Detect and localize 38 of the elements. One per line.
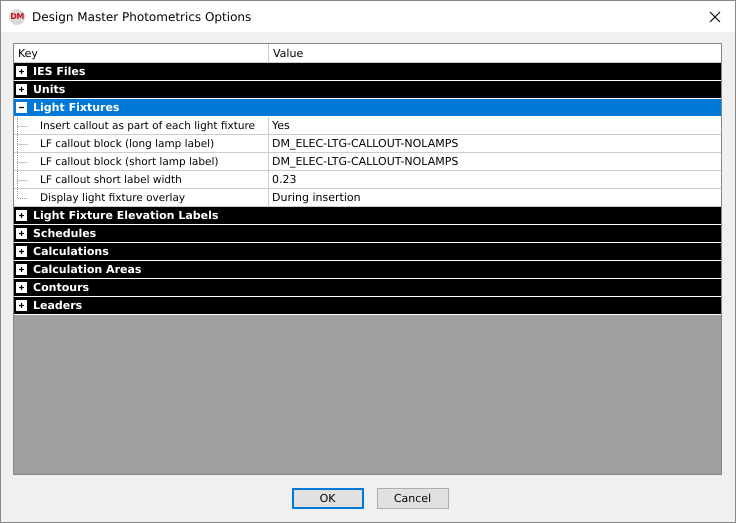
property-name[interactable]: LF callout block (long lamp label) bbox=[40, 138, 214, 150]
collapse-icon[interactable] bbox=[17, 103, 26, 112]
expand-icon[interactable] bbox=[17, 247, 26, 256]
property-value[interactable]: During insertion bbox=[269, 189, 721, 206]
category-row[interactable]: IES Files bbox=[14, 63, 721, 81]
expand-icon[interactable] bbox=[17, 85, 26, 94]
ok-button[interactable]: OK bbox=[292, 488, 364, 509]
column-header[interactable]: Value bbox=[269, 44, 721, 62]
category-row[interactable]: Calculations bbox=[14, 243, 721, 261]
property-value[interactable]: DM_ELEC-LTG-CALLOUT-NOLAMPS bbox=[269, 135, 721, 152]
expand-icon[interactable] bbox=[17, 301, 26, 310]
property-name[interactable]: Insert callout as part of each light fixture bbox=[40, 120, 256, 132]
close-icon[interactable] bbox=[709, 10, 721, 22]
column-header[interactable]: Key bbox=[14, 44, 269, 62]
property-name[interactable]: LF callout block (short lamp label) bbox=[40, 156, 218, 168]
tree-line bbox=[17, 117, 28, 135]
category-row[interactable]: Contours bbox=[14, 279, 721, 297]
property-name[interactable]: LF callout short label width bbox=[40, 174, 182, 186]
tree-line bbox=[17, 135, 28, 153]
property-value[interactable]: 0.23 bbox=[269, 171, 721, 188]
expand-icon[interactable] bbox=[17, 67, 26, 76]
window-title: Design Master Photometrics Options bbox=[32, 10, 252, 24]
category-row[interactable]: Units bbox=[14, 81, 721, 99]
app-logo: DM bbox=[9, 8, 25, 24]
property-name[interactable]: Display light fixture overlay bbox=[40, 192, 186, 204]
category-row[interactable]: Schedules bbox=[14, 225, 721, 243]
expand-icon[interactable] bbox=[17, 211, 26, 220]
category-row[interactable]: Leaders bbox=[14, 297, 721, 315]
expand-icon[interactable] bbox=[17, 265, 26, 274]
expand-icon[interactable] bbox=[17, 283, 26, 292]
tree-line bbox=[17, 153, 28, 171]
category-row[interactable]: Calculation Areas bbox=[14, 261, 721, 279]
property-value[interactable]: DM_ELEC-LTG-CALLOUT-NOLAMPS bbox=[269, 153, 721, 170]
category-row[interactable]: Light Fixtures bbox=[14, 99, 721, 117]
property-value[interactable]: Yes bbox=[269, 117, 721, 134]
cancel-button[interactable]: Cancel bbox=[376, 488, 448, 509]
category-row[interactable]: Light Fixture Elevation Labels bbox=[14, 207, 721, 225]
expand-icon[interactable] bbox=[17, 229, 26, 238]
